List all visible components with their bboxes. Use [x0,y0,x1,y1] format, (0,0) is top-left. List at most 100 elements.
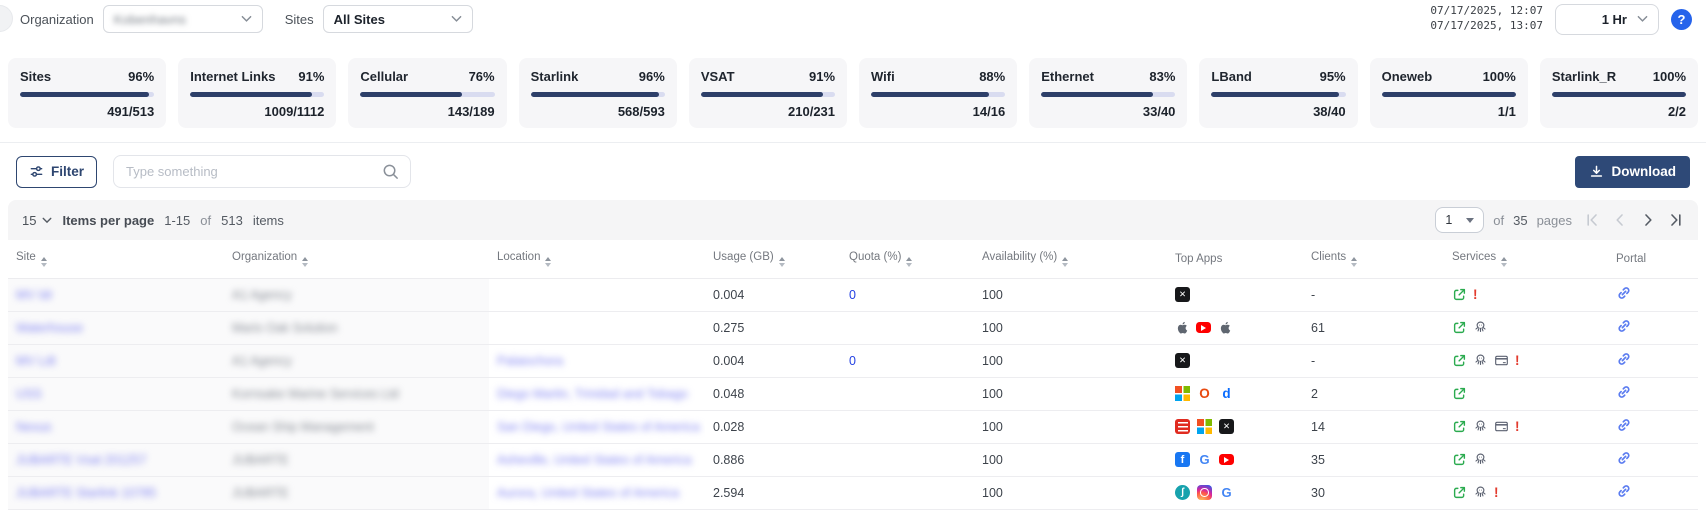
cell-location: San Diego, United States of America [489,410,705,443]
quota-link[interactable]: 0 [849,288,856,302]
site-link[interactable]: MV Idr [16,288,53,302]
stat-percent: 76% [469,69,495,84]
first-page-icon[interactable] [1584,212,1600,228]
portal-link-icon[interactable] [1616,417,1632,433]
site-link[interactable]: Nexus [16,420,51,434]
cell-quota: 0 [841,278,974,311]
cell-organization: JUBARTE [224,476,489,509]
table-row: JUBARTE Starlink 10785 JUBARTE Aurora, Uni… [8,476,1698,509]
page-number-select[interactable]: 1 [1435,207,1484,233]
cell-availability: 100 [974,344,1167,377]
youtube-app-icon [1219,454,1234,465]
portal-link-icon[interactable] [1616,285,1632,301]
sort-icon [41,257,47,267]
sort-icon [1501,257,1507,267]
cell-quota [841,377,974,410]
cell-top-apps: Od [1167,377,1303,410]
stat-progress-fill [1211,92,1338,97]
dailymotion-app-icon: d [1219,386,1234,401]
location-link[interactable]: Diego Martin, Trinidad and Tobago [497,387,688,401]
stat-label: Oneweb [1382,69,1433,84]
column-header-label: Clients [1311,251,1346,263]
organization-select[interactable]: Kobenhavns [103,5,263,33]
location-link[interactable]: Palaiochora [497,354,563,368]
portal-link-icon[interactable] [1616,384,1632,400]
site-link[interactable]: JUBARTE Vsat 201257 [16,453,146,467]
time-range-select[interactable]: 1 Hr [1555,4,1659,35]
quota-link[interactable]: 0 [849,354,856,368]
portal-link-icon[interactable] [1616,483,1632,499]
column-header-label: Availability (%) [982,251,1057,263]
cell-location: Asheville, United States of America [489,443,705,476]
external-link-icon [1452,419,1467,434]
youtube-app-icon [1196,322,1211,333]
location-link[interactable]: San Diego, United States of America [497,420,700,434]
cell-clients: - [1303,344,1444,377]
cell-site: MV Idr [8,278,224,311]
help-icon[interactable]: ? [1671,9,1692,30]
sites-select[interactable]: All Sites [323,5,473,33]
previous-page-icon[interactable] [1612,212,1628,228]
stat-progress-fill [360,92,462,97]
column-header-label: Usage (GB) [713,251,774,263]
table-header-row: Site OrganizationLocation Usage (GB) Quota … [8,240,1698,278]
column-header-label: Quota (%) [849,251,901,263]
cell-services: ! [1444,344,1608,377]
cell-top-apps: ✕ [1167,410,1303,443]
squid-icon [1473,419,1488,434]
facebook-app-icon: f [1175,452,1190,467]
column-header-clients[interactable]: Clients [1303,240,1444,278]
search-input[interactable] [113,155,411,188]
column-header-location[interactable]: Location [489,240,705,278]
portal-link-icon[interactable] [1616,318,1632,334]
sites-label: Sites [285,12,314,27]
cell-site: Waterhouse [8,311,224,344]
sites-list: 15 Items per page 1-15 of 513 items 1 of… [8,200,1698,510]
column-header-site[interactable]: Site [8,240,224,278]
stats-row: Sites 96% 491/513 Internet Links 91% 100… [0,38,1706,142]
column-header-services[interactable]: Services [1444,240,1608,278]
filter-button-label: Filter [51,164,84,179]
google-app-icon: G [1197,452,1212,467]
portal-link-icon[interactable] [1616,450,1632,466]
cell-organization: Kornsake Marine Services Ltd [224,377,489,410]
stat-progress-fill [701,92,823,97]
cell-portal [1608,476,1698,509]
stat-card: Internet Links 91% 1009/1112 [178,58,336,128]
column-header-label: Site [16,251,36,263]
site-link[interactable]: JUBARTE Starlink 10785 [16,486,156,500]
pages-of-label: of [1493,213,1504,228]
column-header-availability[interactable]: Availability (%) [974,240,1167,278]
filter-button[interactable]: Filter [16,156,97,188]
column-header-organization[interactable]: Organization [224,240,489,278]
site-link[interactable]: USS [16,387,42,401]
column-header-usage-gb[interactable]: Usage (GB) [705,240,841,278]
x-twitter-app-icon: ✕ [1219,419,1234,434]
location-link[interactable]: Asheville, United States of America [497,453,692,467]
card-icon [1494,353,1509,368]
search-icon[interactable] [381,162,400,186]
page-size-select[interactable]: 15 [22,213,52,228]
next-page-icon[interactable] [1640,212,1656,228]
site-link[interactable]: MV Ldt [16,354,56,368]
cell-organization: JUBARTE [224,443,489,476]
stat-card: Cellular 76% 143/189 [348,58,506,128]
organization-text: JUBARTE [232,486,289,500]
location-link[interactable]: Aurora, United States of America [497,486,679,500]
stat-count: 38/40 [1211,104,1345,119]
cell-availability: 100 [974,476,1167,509]
microsoft-app-icon [1197,419,1212,434]
last-page-icon[interactable] [1668,212,1684,228]
stat-progress-fill [531,92,660,97]
cell-services: ! [1444,410,1608,443]
portal-link-icon[interactable] [1616,351,1632,367]
site-link[interactable]: Waterhouse [16,321,83,335]
items-range: 1-15 [164,213,190,228]
cell-top-apps [1167,311,1303,344]
stat-count: 14/16 [871,104,1005,119]
cell-clients: 30 [1303,476,1444,509]
column-header-quota[interactable]: Quota (%) [841,240,974,278]
download-button[interactable]: Download [1575,156,1691,188]
stat-label: Cellular [360,69,408,84]
external-link-icon [1452,287,1467,302]
